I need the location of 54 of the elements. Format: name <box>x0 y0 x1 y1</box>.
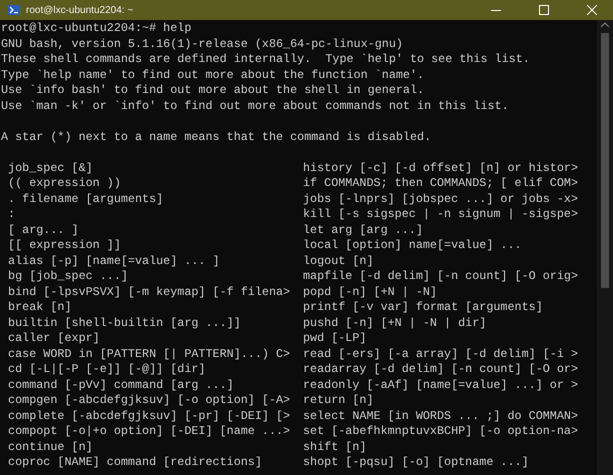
command-usage: readarray [-d delim] [-n count] [-O or> <box>303 362 579 378</box>
command-usage: readonly [-aAf] [name[=value] ...] or > <box>303 378 579 393</box>
command-usage: shift [n] <box>303 440 368 455</box>
command-usage: let arg [arg ...] <box>303 222 424 238</box>
command-usage: jobs [-lnprs] [jobspec ...] or jobs -x> <box>303 192 579 207</box>
command-usage: [ arg... ] <box>7 222 80 238</box>
command-usage: kill [-s sigspec | -n signum | -sigspe> <box>303 207 579 222</box>
command-usage: select NAME [in WORDS ... ;] do COMMAN> <box>303 408 579 424</box>
command-usage: mapfile [-d delim] [-n count] [-O orig> <box>303 269 579 284</box>
command-usage: case WORD in [PATTERN [| PATTERN]...) C> <box>7 346 292 362</box>
command-usage: . filename [arguments] <box>7 192 164 207</box>
command-usage: caller [expr] <box>7 331 101 346</box>
command-usage: bind [-lpsvPSVX] [-m keymap] [-f filena> <box>7 284 292 300</box>
command-usage: compgen [-abcdefgjksuv] [-o option] [-A> <box>7 393 292 408</box>
window-title: root@lxc-ubuntu2204: ~ <box>26 4 134 16</box>
command-usage: builtin [shell-builtin [arg ...]] <box>7 316 242 331</box>
command-usage: compopt [-o|+o option] [-DEI] [name ...> <box>7 424 292 440</box>
command-usage: read [-ers] [-a array] [-d delim] [-i > <box>303 346 579 362</box>
command-usage: continue [n] <box>7 440 94 455</box>
command-usage: shopt [-pqsu] [-o] [optname ...] <box>303 455 530 470</box>
command-usage: break [n] <box>7 300 73 316</box>
terminal-line: root@lxc-ubuntu2204:~# help <box>1 21 192 36</box>
terminal-line: A star (*) next to a name means that the command is disabled. <box>1 130 432 145</box>
command-usage: complete [-abcdefgjksuv] [-pr] [-DEI] [> <box>7 408 292 424</box>
command-usage: return [n] <box>303 393 375 408</box>
close-icon <box>587 5 597 15</box>
command-usage: cd [-L|[-P [-e]] [-@]] [dir] <box>7 362 206 378</box>
command-usage: bg [job_spec ...] <box>7 269 129 284</box>
scrollbar[interactable] <box>597 20 613 475</box>
command-usage: coproc [NAME] command [redirections] <box>7 455 263 470</box>
command-usage: alias [-p] [name[=value] ... ] <box>7 254 221 269</box>
command-usage: (( expression )) <box>7 176 122 192</box>
command-usage: : <box>7 207 16 222</box>
command-usage: popd [-n] [+N | -N] <box>303 284 438 300</box>
terminal-icon <box>8 5 20 15</box>
command-usage: pwd [-LP] <box>303 331 368 346</box>
scrollbar-thumb[interactable] <box>601 33 609 288</box>
command-usage: pushd [-n] [+N | -N | dir] <box>303 316 488 331</box>
command-usage: job_spec [&] <box>7 160 94 176</box>
command-usage: history [-c] [-d offset] [n] or histor> <box>303 160 579 176</box>
terminal-line: Use `man -k' or `info' to find out more about commands not in this list. <box>1 98 510 114</box>
command-usage: [[ expression ]] <box>7 238 122 254</box>
command-usage: logout [n] <box>303 254 375 269</box>
terminal-line: These shell commands are defined internally. Type `help' to see this list. <box>1 52 531 68</box>
command-usage: printf [-v var] format [arguments] <box>303 300 544 316</box>
maximize-icon <box>539 5 549 15</box>
terminal-line: GNU bash, version 5.1.16(1)-release (x86_64-pc-linux-gnu) <box>1 36 404 52</box>
terminal-line: Use `info bash' to find out more about the shell in general. <box>1 83 426 98</box>
command-usage: local [option] name[=value] ... <box>303 238 523 254</box>
terminal-line: Type `help name' to find out more about the function `name'. <box>1 68 426 83</box>
command-usage: command [-pVv] command [arg ...] <box>7 378 235 393</box>
command-usage: if COMMANDS; then COMMANDS; [ elif COM> <box>303 176 579 192</box>
scroll-up-icon[interactable] <box>601 22 609 27</box>
command-usage: set [-abefhkmnptuvxBCHP] [-o option-na> <box>303 424 579 440</box>
